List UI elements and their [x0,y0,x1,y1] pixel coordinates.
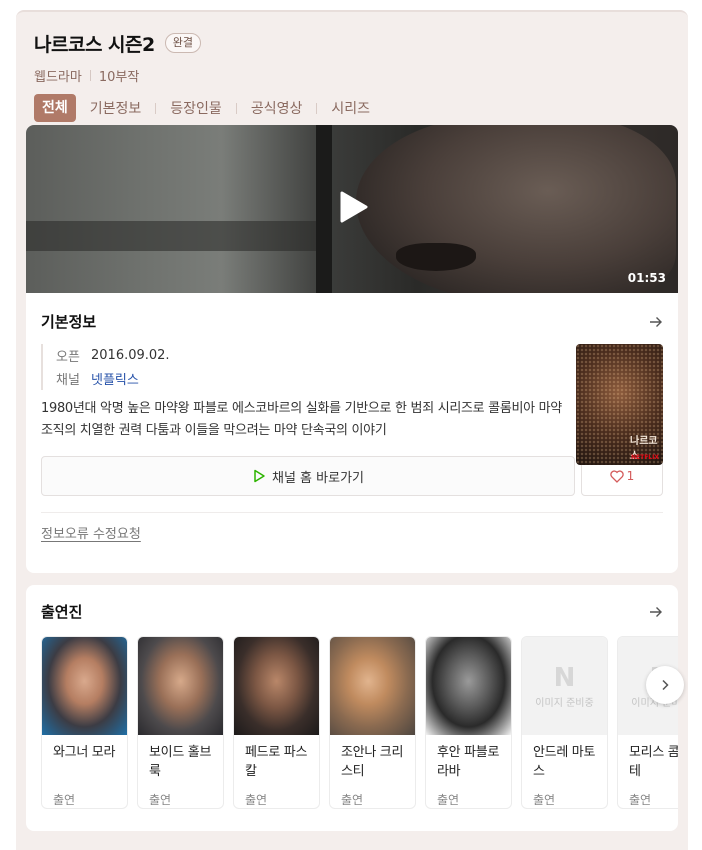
cast-card-item[interactable]: 페드로 파스칼 출연 [233,636,320,809]
cast-role: 출연 [437,793,460,807]
cast-photo [138,637,223,735]
cast-name: 보이드 홀브룩 [149,745,212,779]
cast-card-item[interactable]: 와그너 모라 출연 [41,636,128,809]
section-title: 출연진 [41,603,83,621]
cast-role: 출연 [53,793,76,807]
synopsis: 1980년대 악명 높은 마약왕 파블로 에스코바르의 실화를 기반으로 한 범… [41,401,562,438]
cast-role: 출연 [245,793,268,807]
episodes-label: 10부작 [98,70,140,85]
tab-official-video[interactable]: 공식영상 [251,98,303,118]
arrow-right-icon[interactable] [649,605,663,619]
divider [41,512,663,513]
info-row-channel: 채널 넷플릭스 [56,367,663,390]
meta-info: 웹드라마 10부작 [34,66,670,85]
cast-name: 안드레 마토스 [533,745,596,779]
tab-divider [316,102,318,114]
channel-link[interactable]: 넷플릭스 [91,369,139,388]
placeholder-logo: N [553,662,576,693]
chevron-right-icon [662,679,669,691]
cast-name: 모리스 콤프테 [629,745,678,779]
cast-next-button[interactable] [646,666,684,704]
cast-card-item[interactable]: 후안 파블로 라바 출연 [425,636,512,809]
play-icon[interactable] [334,189,370,225]
tab-series[interactable]: 시리즈 [331,98,370,118]
cast-name: 와그너 모라 [53,745,116,760]
cast-role: 출연 [629,793,652,807]
meta-divider [89,70,91,81]
channel-home-button[interactable]: 채널 홈 바로가기 [41,456,575,496]
report-error-link[interactable]: 정보오류 수정요청 [41,523,663,542]
cast-card-item[interactable]: 보이드 홀브룩 출연 [137,636,224,809]
cast-name: 후안 파블로 라바 [437,745,500,779]
video-duration: 01:53 [627,271,666,285]
tab-basic-info[interactable]: 기본정보 [90,98,142,118]
cast-card-item[interactable]: N 이미지 준비중 안드레 마토스 출연 [521,636,608,809]
content-panel: 나르코스 시즌2 완결 웹드라마 10부작 전체 기본정보 등장인물 공식영상 … [16,10,688,850]
cast-role: 출연 [149,793,172,807]
status-badge: 완결 [164,33,201,53]
cast-name: 페드로 파스칼 [245,745,308,779]
info-row-open: 오픈 2016.09.02. [56,344,663,367]
section-title: 기본정보 [41,313,97,331]
info-body: 오픈 2016.09.02. 채널 넷플릭스 1980년대 악명 높은 마약왕 … [26,344,678,465]
cast-header: 출연진 [26,601,678,622]
tab-all[interactable]: 전체 [34,94,76,122]
cast-card-item[interactable]: N 이미지 준비중 모리스 콤프테 출연 [617,636,678,809]
tab-divider [155,102,157,114]
cast-photo-placeholder: N 이미지 준비중 [522,637,607,735]
cast-photo [42,637,127,735]
video-player[interactable]: 01:53 [26,125,678,293]
page-title: 나르코스 시즌2 [34,33,155,56]
title-header: 나르코스 시즌2 완결 웹드라마 10부작 전체 기본정보 등장인물 공식영상 … [16,12,688,122]
cast-photo [234,637,319,735]
heart-icon [609,469,624,483]
cast-photo [330,637,415,735]
cast-role: 출연 [341,793,364,807]
info-key: 채널 [56,373,80,388]
play-outline-icon [254,469,265,483]
tab-divider [235,102,237,114]
info-key: 오픈 [56,350,80,365]
info-rows: 오픈 2016.09.02. 채널 넷플릭스 [41,344,663,390]
cast-list: 와그너 모라 출연 보이드 홀브룩 출연 페드로 파스칼 출연 조안나 크리스티… [41,636,678,809]
channel-home-label: 채널 홈 바로가기 [272,470,364,486]
tab-bar: 전체 기본정보 등장인물 공식영상 시리즈 [34,94,670,122]
info-value: 2016.09.02. [91,348,170,363]
basic-info-header: 기본정보 [26,311,678,332]
netflix-logo: NETFLIX [631,454,659,461]
cast-card-item[interactable]: 조안나 크리스티 출연 [329,636,416,809]
cast-photo [426,637,511,735]
cast-card: 출연진 와그너 모라 출연 보이드 홀브룩 출연 페드로 파스칼 출연 조안나 … [26,585,678,831]
like-count: 1 [626,469,635,483]
placeholder-text: 이미지 준비중 [535,697,594,709]
tab-characters[interactable]: 등장인물 [170,98,222,118]
genre-label: 웹드라마 [34,70,82,85]
arrow-right-icon[interactable] [649,315,663,329]
basic-info-card: 01:53 기본정보 오픈 2016.09.02. 채널 넷플릭스 1980년대… [26,125,678,573]
poster-image[interactable]: 나르코스 NETFLIX [576,344,663,465]
cast-role: 출연 [533,793,556,807]
cast-name: 조안나 크리스티 [341,745,404,779]
